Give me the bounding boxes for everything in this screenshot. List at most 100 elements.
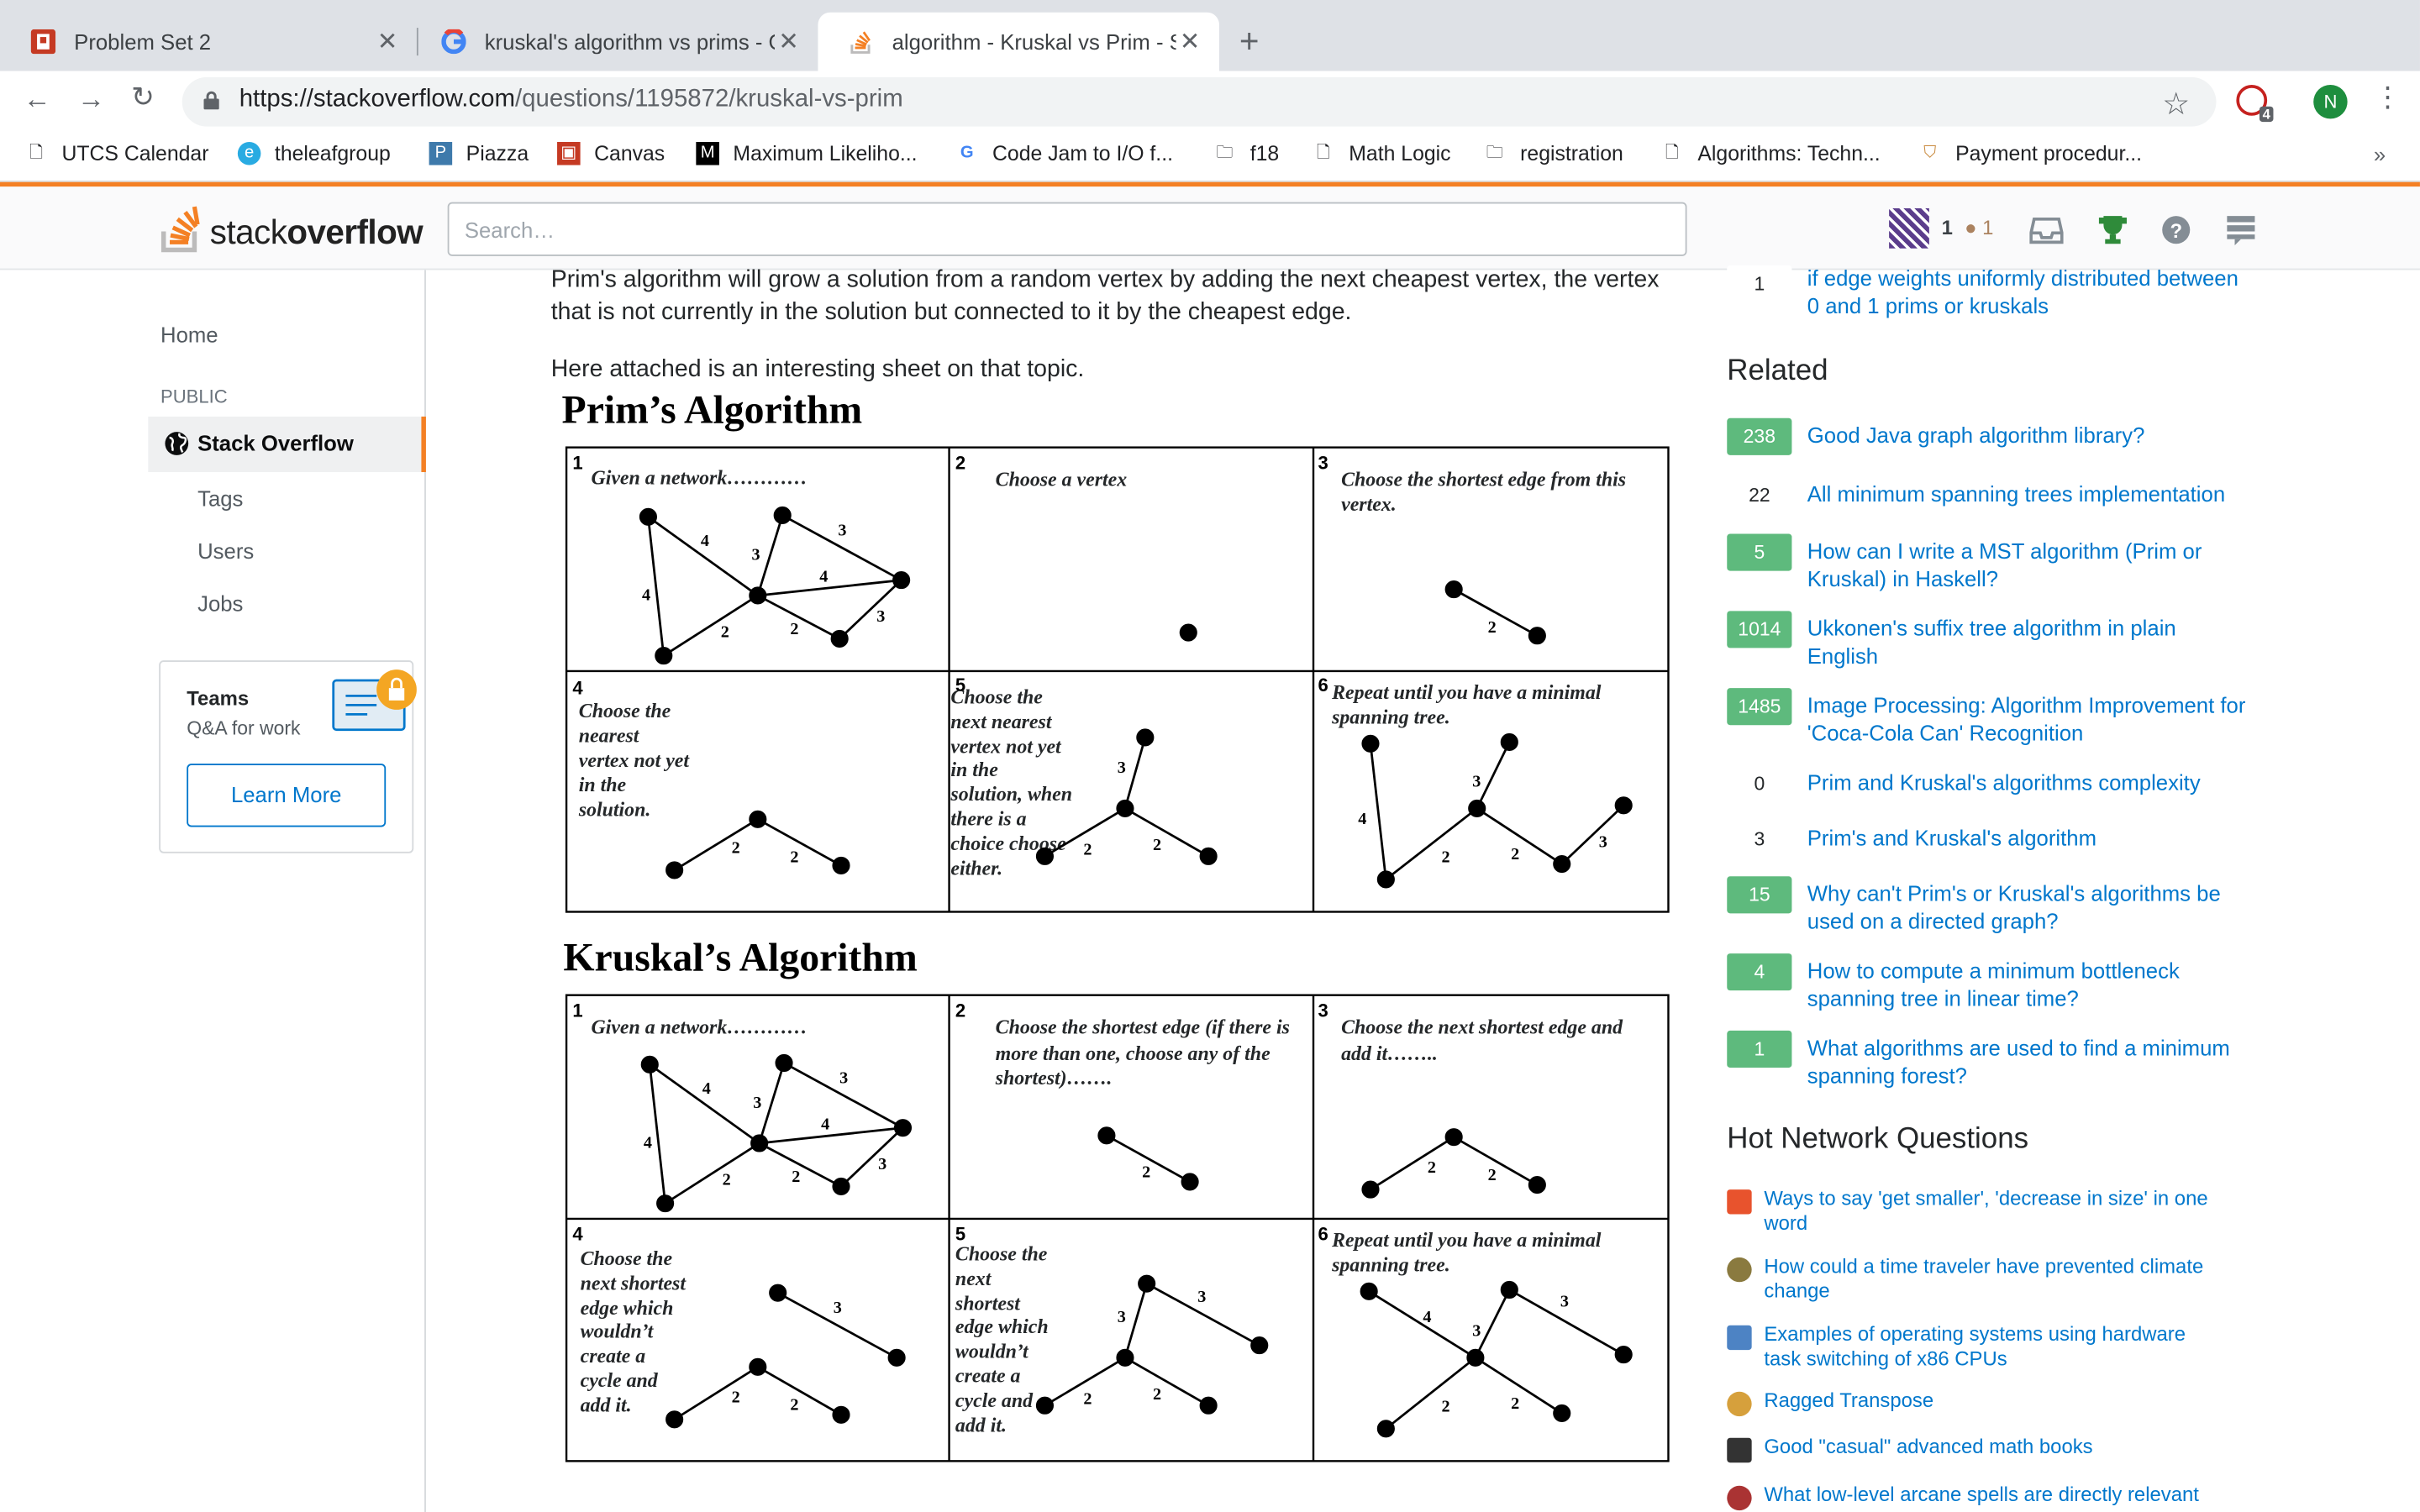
svg-text:3: 3 — [1599, 832, 1607, 851]
prim-step-2-number: 2 — [955, 452, 965, 473]
prim-step-2-text: Choose a vertex — [995, 467, 1128, 491]
question-link[interactable]: How can I write a MST algorithm (Prim or… — [1807, 538, 2247, 592]
bookmark-algorithms[interactable]: 🗋 Algorithms: Techn... — [1660, 141, 1881, 165]
question-link[interactable]: Ragged Transpose — [1764, 1389, 2227, 1413]
inbox-icon[interactable] — [2029, 214, 2064, 245]
close-tab-icon[interactable]: ✕ — [373, 26, 401, 57]
svg-text:4: 4 — [1423, 1308, 1431, 1326]
nav-tags[interactable]: Tags — [197, 486, 243, 511]
bookmark-star-icon[interactable]: ☆ — [2162, 85, 2190, 123]
answer-count: 0 — [1727, 765, 1792, 803]
close-tab-icon[interactable]: ✕ — [1176, 26, 1204, 57]
svg-text:2: 2 — [732, 839, 740, 858]
canvas-icon: ▣ — [557, 141, 581, 165]
bookmark-f18[interactable]: 🗀 f18 — [1213, 142, 1279, 165]
bookmark-label: theleafgroup — [274, 141, 391, 165]
answer-count: 3 — [1727, 821, 1792, 858]
question-link[interactable]: How to compute a minimum bottleneck span… — [1807, 958, 2247, 1012]
bookmark-registration[interactable]: 🗀 registration — [1483, 142, 1623, 165]
question-link[interactable]: Prim and Kruskal's algorithms complexity — [1807, 770, 2247, 797]
bookmarks-bar: 🗋 UTCS Calendar e theleafgroup P Piazza ▣ Ca… — [0, 132, 2420, 182]
back-icon[interactable]: ← — [24, 83, 51, 116]
achievements-icon[interactable] — [2096, 214, 2129, 245]
tab-problem-set[interactable]: Problem Set 2 ✕ — [0, 13, 417, 71]
bookmark-piazza[interactable]: P Piazza — [429, 141, 529, 165]
answer-count: 15 — [1727, 876, 1792, 914]
question-link[interactable]: Why can't Prim's or Kruskal's algorithms… — [1807, 881, 2247, 935]
nav-stackoverflow[interactable]: Stack Overflow — [148, 416, 426, 473]
svg-text:2: 2 — [790, 1396, 798, 1415]
svg-text:2: 2 — [1511, 1394, 1519, 1413]
question-link[interactable]: What algorithms are used to find a minim… — [1807, 1035, 2247, 1089]
retrocomputing-icon — [1727, 1325, 1752, 1351]
bookmark-theleafgroup[interactable]: e theleafgroup — [237, 141, 391, 165]
question-link[interactable]: Good Java graph algorithm library? — [1807, 423, 2247, 449]
site-switcher-icon[interactable] — [2226, 214, 2260, 246]
screen: Problem Set 2 ✕ kruskal's algorithm vs p… — [0, 0, 2420, 1512]
answer-count: 1014 — [1727, 611, 1792, 648]
folder-icon: 🗀 — [1486, 143, 1503, 162]
kruskal-step-3-text: Choose the next shortest edge and add it… — [1341, 1015, 1623, 1064]
question-link[interactable]: Ways to say 'get smaller', 'decrease in … — [1764, 1186, 2227, 1236]
svg-text:2: 2 — [1428, 1158, 1436, 1177]
close-tab-icon[interactable]: ✕ — [775, 26, 802, 57]
nav-home[interactable]: Home — [160, 323, 218, 347]
question-link[interactable]: How could a time traveler have prevented… — [1764, 1254, 2227, 1304]
bookmark-label: Algorithms: Techn... — [1697, 141, 1881, 165]
page-icon: 🗋 — [1316, 143, 1331, 162]
question-link[interactable]: if edge weights uniformly distributed be… — [1807, 265, 2247, 319]
piazza-icon: P — [429, 141, 453, 165]
forward-icon[interactable]: → — [77, 83, 105, 116]
profile-avatar[interactable]: N — [2313, 85, 2348, 119]
bookmark-math-logic[interactable]: 🗋 Math Logic — [1312, 142, 1451, 165]
medium-icon: M — [696, 141, 719, 165]
bookmark-payment[interactable]: ⛉ Payment procedur... — [1918, 142, 2142, 165]
svg-text:2: 2 — [790, 620, 798, 638]
bookmarks-overflow-icon[interactable]: » — [2374, 142, 2386, 166]
kruskal-step-3-number: 3 — [1318, 1000, 1328, 1021]
answer-count: 1 — [1727, 265, 1792, 302]
question-link[interactable]: Good "casual" advanced math books — [1764, 1435, 2227, 1459]
reload-icon[interactable]: ↻ — [131, 81, 155, 114]
logo-text-bold: overflow — [287, 213, 424, 252]
nav-users[interactable]: Users — [197, 538, 254, 563]
page-icon: 🗋 — [1665, 143, 1680, 162]
question-link[interactable]: All minimum spanning trees implementatio… — [1807, 481, 2247, 508]
bookmark-utcs-calendar[interactable]: 🗋 UTCS Calendar — [24, 142, 208, 165]
bookmark-code-jam[interactable]: G Code Jam to I/O f... — [955, 142, 1173, 165]
chrome-menu-icon[interactable]: ⋮ — [2374, 81, 2402, 114]
partial-tree: 3 3 2 2 — [1035, 1274, 1269, 1415]
bookmark-label: registration — [1520, 141, 1623, 165]
svg-text:2: 2 — [723, 1171, 731, 1189]
bookmark-canvas[interactable]: ▣ Canvas — [557, 141, 665, 165]
browser-tab-strip: Problem Set 2 ✕ kruskal's algorithm vs p… — [0, 0, 2420, 71]
google-icon: G — [960, 143, 974, 162]
extension-icon[interactable]: 4 — [2236, 85, 2274, 123]
search-input[interactable] — [449, 203, 1686, 255]
nav-jobs[interactable]: Jobs — [197, 591, 243, 615]
prim-step-3-text: Choose the shortest edge from this verte… — [1341, 467, 1627, 516]
stackoverflow-logo[interactable]: stackoverflow — [160, 201, 424, 253]
new-tab-icon[interactable]: + — [1239, 22, 1260, 62]
address-bar[interactable]: https://stackoverflow.com/questions/1195… — [182, 76, 2217, 127]
bookmark-label: UTCS Calendar — [61, 141, 209, 165]
svg-text:3: 3 — [838, 521, 846, 539]
question-link[interactable]: Ukkonen's suffix tree algorithm in plain… — [1807, 616, 2247, 669]
url-path: /questions/1195872/kruskal-vs-prim — [514, 86, 903, 113]
question-link[interactable]: Prim's and Kruskal's algorithm — [1807, 826, 2247, 853]
question-link[interactable]: What low-level arcane spells are directl… — [1764, 1483, 2227, 1507]
help-icon[interactable]: ? — [2160, 214, 2194, 245]
tab-stackoverflow[interactable]: algorithm - Kruskal vs Prim - S ✕ — [818, 12, 1219, 71]
question-link[interactable]: Examples of operating systems using hard… — [1764, 1322, 2227, 1372]
svg-text:2: 2 — [1488, 618, 1497, 637]
question-link[interactable]: Image Processing: Algorithm Improvement … — [1807, 693, 2247, 747]
google-icon — [441, 29, 466, 55]
user-avatar[interactable] — [1889, 207, 1929, 249]
bookmark-label: Piazza — [466, 141, 529, 165]
folder-icon: 🗀 — [1216, 143, 1234, 162]
tab-google-search[interactable]: kruskal's algorithm vs prims - G ✕ — [411, 13, 818, 71]
bookmark-maximum-likelihood[interactable]: M Maximum Likeliho... — [696, 141, 918, 165]
learn-more-button[interactable]: Learn More — [187, 764, 387, 827]
svg-text:2: 2 — [1083, 1389, 1092, 1408]
related-heading: Related — [1727, 354, 1828, 388]
